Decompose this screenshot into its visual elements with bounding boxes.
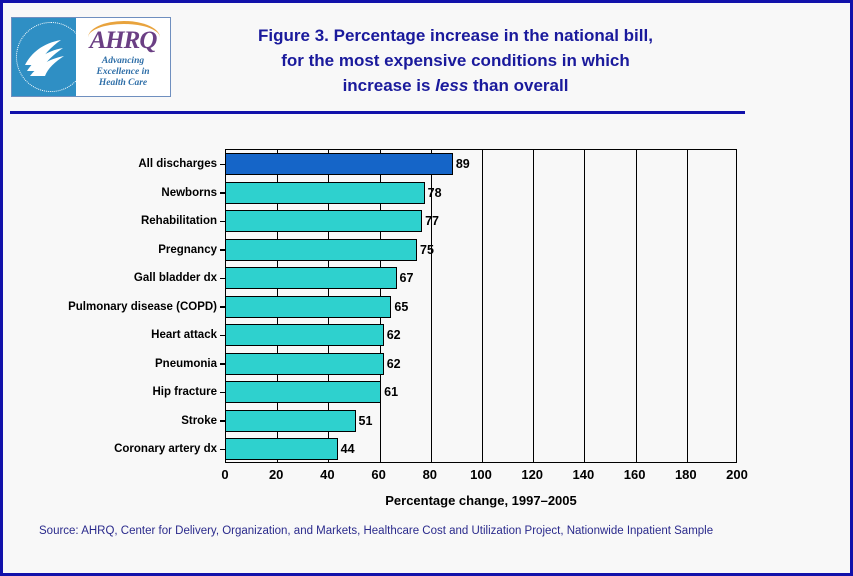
figure-title-line2: for the most expensive conditions in whi…: [281, 51, 630, 70]
x-axis-ticks: 0 20 40 60 80 100 120 140 160 180 200: [221, 467, 747, 489]
bar: [225, 210, 423, 233]
category-label: Pneumonia: [155, 357, 217, 370]
ahrq-wordmark-block: AHRQ Advancing Excellence in Health Care: [76, 18, 170, 96]
y-axis-tick: [220, 363, 226, 365]
bar: [225, 438, 338, 461]
bar: [225, 153, 453, 176]
bar-value-label: 77: [425, 214, 440, 229]
x-axis-tick-label: 100: [470, 467, 492, 482]
bar-value-label: 62: [386, 328, 401, 343]
figure-frame: AHRQ Advancing Excellence in Health Care…: [0, 0, 853, 576]
ahrq-tagline-line2: Excellence in: [96, 67, 150, 77]
bar-value-label: 62: [386, 356, 401, 371]
figure-header: AHRQ Advancing Excellence in Health Care…: [3, 3, 850, 114]
bar: [225, 324, 384, 347]
figure-title: Figure 3. Percentage increase in the nat…: [183, 23, 728, 98]
category-label: Newborns: [161, 186, 217, 199]
ahrq-tagline: Advancing Excellence in Health Care: [76, 56, 170, 89]
x-axis-tick-label: 20: [268, 467, 284, 482]
bar-row: Pregnancy 75: [158, 236, 736, 265]
bar-row: All discharges 89: [138, 150, 736, 179]
x-axis-tick-label: 40: [320, 467, 335, 482]
x-axis-label: Percentage change, 1997–2005: [385, 493, 577, 508]
y-axis-tick: [220, 249, 226, 251]
bar-value-label: 67: [399, 271, 414, 286]
y-axis-tick: [220, 220, 226, 222]
bar-row: Gall bladder dx 67: [134, 264, 736, 293]
x-axis-tick-label: 140: [572, 467, 595, 482]
y-axis-tick: [220, 448, 226, 450]
bar-row: Newborns 78: [161, 179, 736, 208]
bar: [225, 267, 397, 290]
category-label: Stroke: [181, 414, 217, 427]
bar: [225, 238, 417, 261]
bar-rows: All discharges 89 Newborns 78 Rehabilitation…: [68, 150, 736, 464]
category-label: Gall bladder dx: [133, 272, 217, 285]
bar: [225, 381, 382, 404]
plot-area: All discharges 89 Newborns 78 Rehabilitation…: [68, 149, 737, 464]
y-axis-tick: [220, 277, 226, 279]
bar-value-label: 75: [420, 242, 434, 257]
bar-value-label: 89: [455, 157, 470, 172]
bar-row: Heart attack 62: [151, 321, 736, 350]
bar: [225, 181, 425, 204]
x-axis-tick-label: 60: [371, 467, 386, 482]
x-axis-tick-label: 120: [521, 467, 544, 482]
figure-title-line1: Figure 3. Percentage increase in the nat…: [258, 26, 653, 45]
y-axis-tick: [220, 391, 226, 393]
category-label: Coronary artery dx: [114, 443, 217, 456]
bar-row: Rehabilitation 77: [141, 207, 736, 236]
category-label: All discharges: [138, 158, 217, 171]
bar-row: Hip fracture 61: [152, 378, 736, 407]
category-label: Pregnancy: [158, 243, 217, 256]
category-label: Rehabilitation: [140, 215, 217, 228]
bar-value-label: 51: [358, 413, 373, 428]
bar-value-label: 65: [394, 299, 409, 314]
y-axis-tick: [220, 334, 226, 336]
y-axis-tick: [220, 192, 226, 194]
bar-value-label: 78: [427, 185, 442, 200]
bar-value-label: 44: [340, 442, 355, 457]
y-axis-tick: [220, 306, 226, 308]
y-axis-tick: [220, 420, 226, 422]
x-axis-tick-label: 180: [674, 467, 697, 482]
bar-value-label: 61: [384, 385, 399, 400]
hhs-seal-icon: [12, 18, 76, 96]
ahrq-logo: AHRQ Advancing Excellence in Health Care: [11, 17, 171, 97]
source-note: Source: AHRQ, Center for Delivery, Organ…: [39, 525, 714, 537]
header-divider: [10, 111, 745, 114]
bar: [225, 295, 392, 318]
x-axis-tick-label: 0: [221, 467, 229, 482]
figure-title-line3: increase is less than overall: [183, 73, 728, 98]
figure-title-line3-post: than overall: [468, 76, 569, 95]
bar-row: Pulmonary disease (COPD) 65: [68, 293, 736, 322]
x-axis-tick-label: 80: [422, 467, 438, 482]
bar-row: Pneumonia 62: [155, 350, 736, 379]
category-label: Pulmonary disease (COPD): [68, 300, 217, 313]
bar-row: Stroke 51: [181, 407, 736, 436]
figure-title-line3-pre: increase is: [342, 76, 436, 95]
ahrq-tagline-line3: Health Care: [98, 78, 148, 88]
category-label: Heart attack: [151, 329, 217, 342]
bar: [225, 352, 384, 375]
category-label: Hip fracture: [152, 386, 217, 399]
hhs-eagle-icon: [25, 40, 64, 76]
bar-row: Coronary artery dx 44: [114, 435, 736, 464]
figure-title-emphasis: less: [435, 76, 469, 95]
y-axis-tick: [220, 163, 226, 165]
bar-chart: All discharges 89 Newborns 78 Rehabilitation…: [3, 115, 850, 515]
bar: [225, 409, 356, 432]
ahrq-arc-icon: [88, 21, 160, 41]
ahrq-tagline-line1: Advancing: [101, 56, 145, 66]
x-axis-tick-label: 160: [623, 467, 646, 482]
x-axis-tick-label: 200: [726, 467, 748, 482]
